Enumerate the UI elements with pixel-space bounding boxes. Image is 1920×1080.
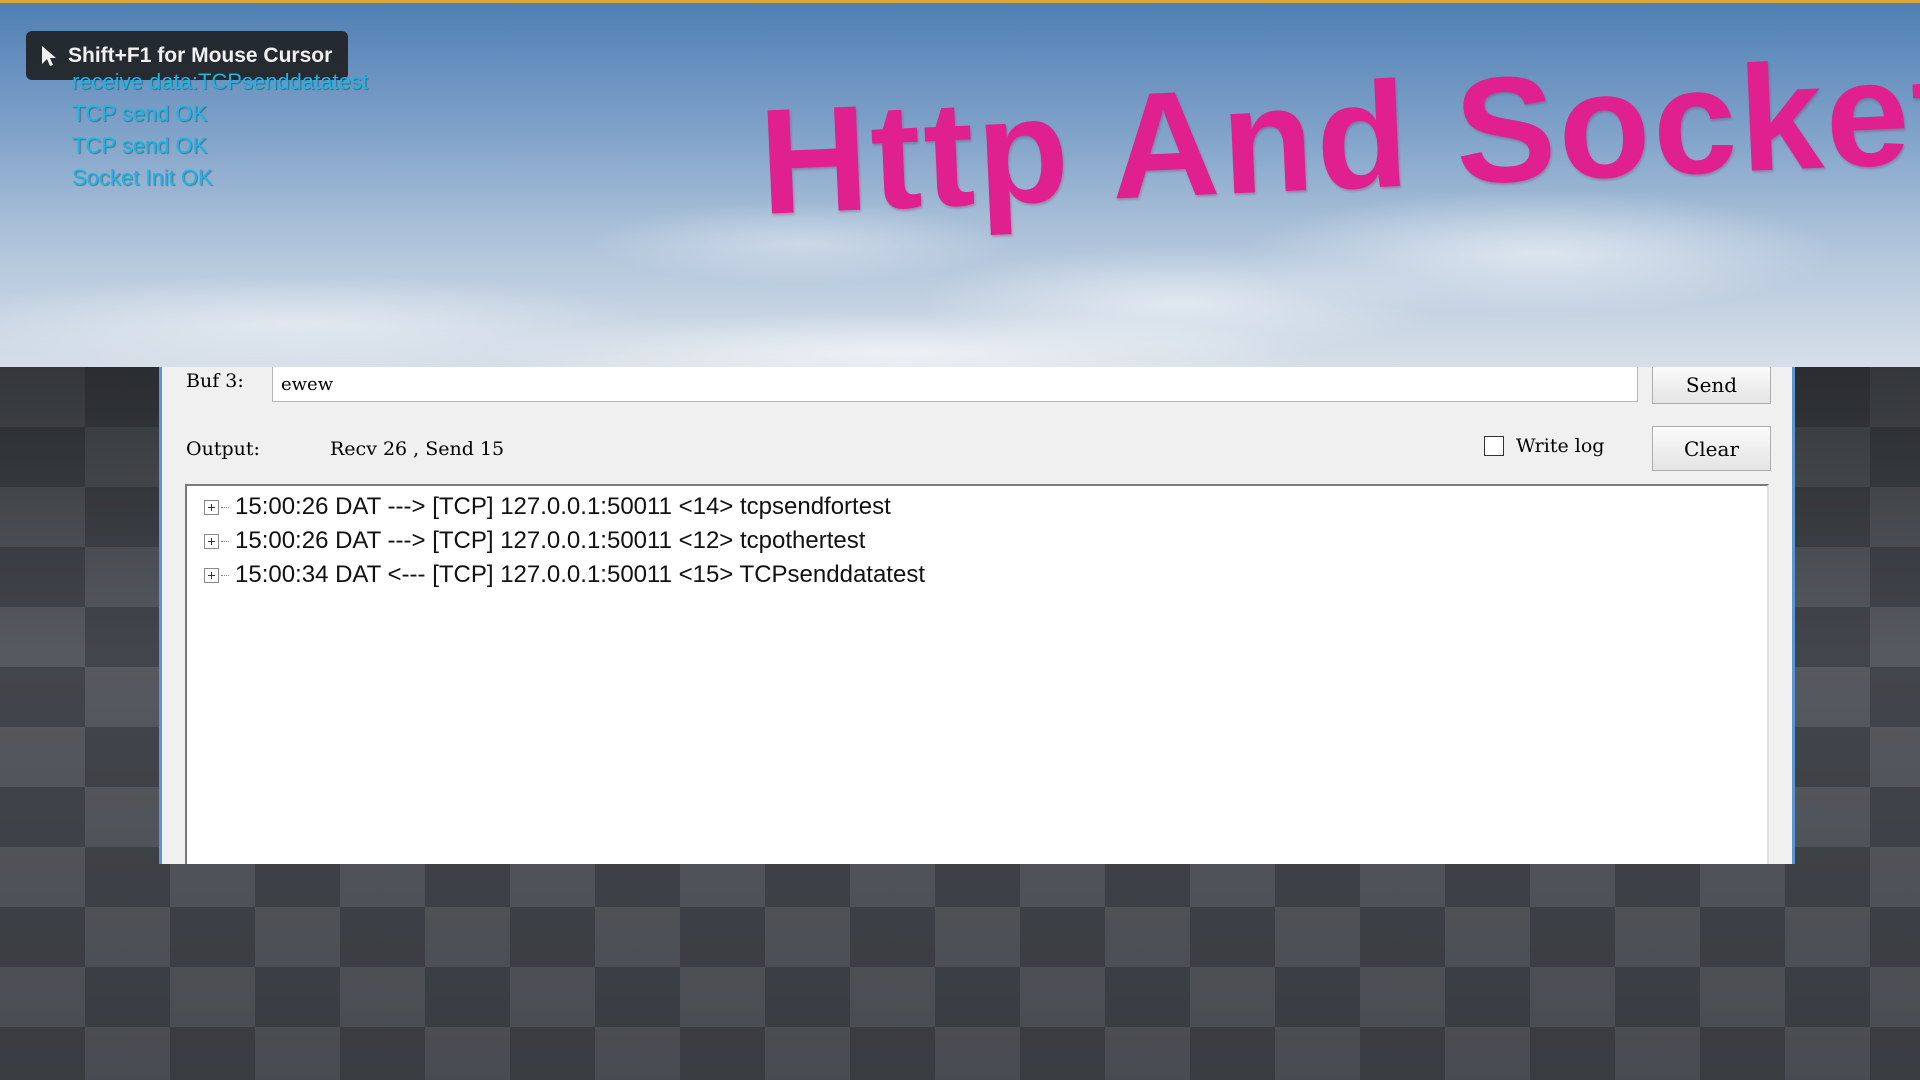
cursor-hint-text: Shift+F1 for Mouse Cursor xyxy=(68,43,333,67)
send-button[interactable]: Send xyxy=(1652,367,1771,404)
checkbox-icon[interactable] xyxy=(1484,436,1504,456)
tree-row[interactable]: 15:00:26 DAT ---> [TCP] 127.0.0.1:50011 … xyxy=(187,490,891,524)
tree-connector xyxy=(221,574,229,576)
tree-connector xyxy=(221,506,229,508)
tree-row-text: 15:00:34 DAT <--- [TCP] 127.0.0.1:50011 … xyxy=(235,561,925,588)
tree-row[interactable]: 15:00:34 DAT <--- [TCP] 127.0.0.1:50011 … xyxy=(187,558,925,592)
game-viewport: Http And Socket Shift+F1 for Mouse Curso… xyxy=(0,0,1920,1080)
write-log-label: Write log xyxy=(1516,435,1605,457)
output-label: Output: xyxy=(186,438,260,460)
expand-plus-icon[interactable] xyxy=(204,533,219,549)
screen-log-line: receive data:TCPsenddatatest xyxy=(72,69,368,94)
tree-connector xyxy=(221,540,229,542)
tree-row-text: 15:00:26 DAT ---> [TCP] 127.0.0.1:50011 … xyxy=(235,527,866,554)
tree-row[interactable]: 15:00:26 DAT ---> [TCP] 127.0.0.1:50011 … xyxy=(187,524,865,558)
screen-log-line: TCP send OK xyxy=(72,133,208,158)
clear-button[interactable]: Clear xyxy=(1652,426,1771,471)
expand-plus-icon[interactable] xyxy=(204,499,219,515)
output-tree-view[interactable]: 15:00:26 DAT ---> [TCP] 127.0.0.1:50011 … xyxy=(185,484,1769,864)
screen-log: receive data:TCPsenddatatest TCP send OK… xyxy=(72,66,368,194)
cursor-arrow-icon xyxy=(42,45,56,66)
expand-plus-icon[interactable] xyxy=(204,567,219,583)
traffic-stats: Recv 26 , Send 15 xyxy=(330,438,505,460)
write-log-checkbox[interactable]: Write log xyxy=(1484,435,1604,457)
screen-log-line: Socket Init OK xyxy=(72,165,213,190)
buf-3-input[interactable] xyxy=(272,367,1638,402)
screen-log-line: TCP send OK xyxy=(72,101,208,126)
tree-row-text: 15:00:26 DAT ---> [TCP] 127.0.0.1:50011 … xyxy=(235,493,891,520)
buf-3-label: Buf 3: xyxy=(186,370,244,392)
socket-tool-dialog: Buf 3: Send Output: Recv 26 , Send 15 Wr… xyxy=(159,367,1795,864)
